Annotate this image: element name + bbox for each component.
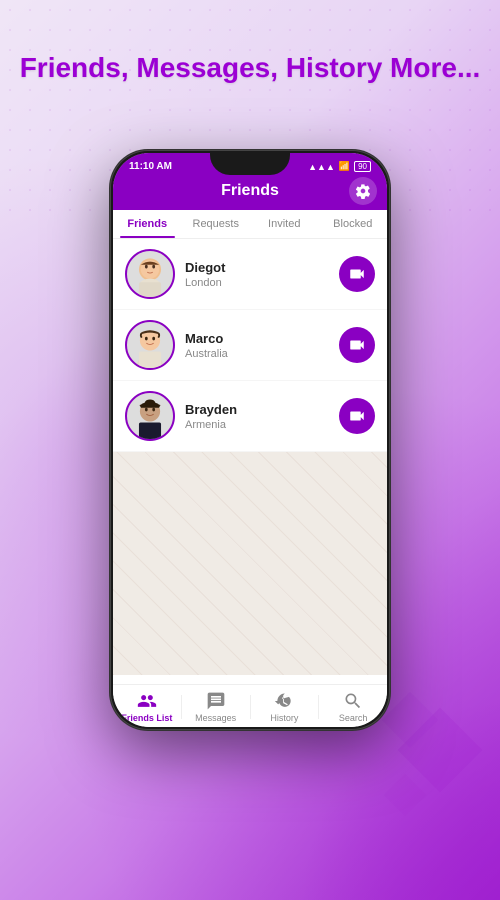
empty-content-area: [113, 452, 387, 675]
friend-location-3: Armenia: [185, 419, 339, 431]
tab-bar: Friends Requests Invited Blocked: [113, 210, 387, 239]
friend-info-1: Diegot London: [185, 260, 339, 289]
video-call-btn-3[interactable]: [339, 398, 375, 434]
friend-name-2: Marco: [185, 331, 339, 346]
status-icons: ▲▲▲ 📶 90: [308, 161, 371, 172]
friend-location-2: Australia: [185, 348, 339, 360]
avatar-image-2: [127, 320, 173, 370]
friend-location-1: London: [185, 277, 339, 289]
friend-item-2[interactable]: Marco Australia: [113, 310, 387, 381]
settings-button[interactable]: [349, 177, 377, 205]
avatar-marco: [125, 320, 175, 370]
friend-name-1: Diegot: [185, 260, 339, 275]
app-header: Friends: [113, 174, 387, 210]
friend-item-1[interactable]: Diegot London: [113, 239, 387, 310]
video-call-btn-1[interactable]: [339, 256, 375, 292]
tab-requests[interactable]: Requests: [182, 210, 251, 238]
promo-header: Friends, Messages, History More...: [0, 50, 500, 86]
avatar-image-1: [127, 249, 173, 299]
video-icon-1: [348, 265, 366, 283]
tab-invited[interactable]: Invited: [250, 210, 319, 238]
avatar-diegot: [125, 249, 175, 299]
wifi-icon: 📶: [339, 161, 350, 172]
video-icon-2: [348, 336, 366, 354]
phone-notch: [210, 153, 290, 175]
gear-icon: [355, 183, 371, 199]
phone-frame: 11:10 AM ▲▲▲ 📶 90 Friends F: [110, 150, 390, 730]
friend-item-3[interactable]: Brayden Armenia: [113, 381, 387, 452]
video-call-btn-2[interactable]: [339, 327, 375, 363]
tab-blocked[interactable]: Blocked: [319, 210, 388, 238]
tab-friends[interactable]: Friends: [113, 210, 182, 238]
promo-title: Friends, Messages, History More...: [0, 50, 500, 86]
friends-list: Diegot London: [113, 239, 387, 452]
phone-screen: 11:10 AM ▲▲▲ 📶 90 Friends F: [113, 153, 387, 727]
signal-icon: ▲▲▲: [308, 162, 335, 172]
friend-info-3: Brayden Armenia: [185, 402, 339, 431]
friend-name-3: Brayden: [185, 402, 339, 417]
battery-icon: 90: [354, 161, 371, 172]
avatar-brayden: [125, 391, 175, 441]
empty-pattern: [113, 452, 387, 675]
app-title: Friends: [221, 182, 279, 200]
video-icon-3: [348, 407, 366, 425]
status-time: 11:10 AM: [129, 161, 172, 172]
friend-info-2: Marco Australia: [185, 331, 339, 360]
avatar-image-3: [127, 391, 173, 441]
